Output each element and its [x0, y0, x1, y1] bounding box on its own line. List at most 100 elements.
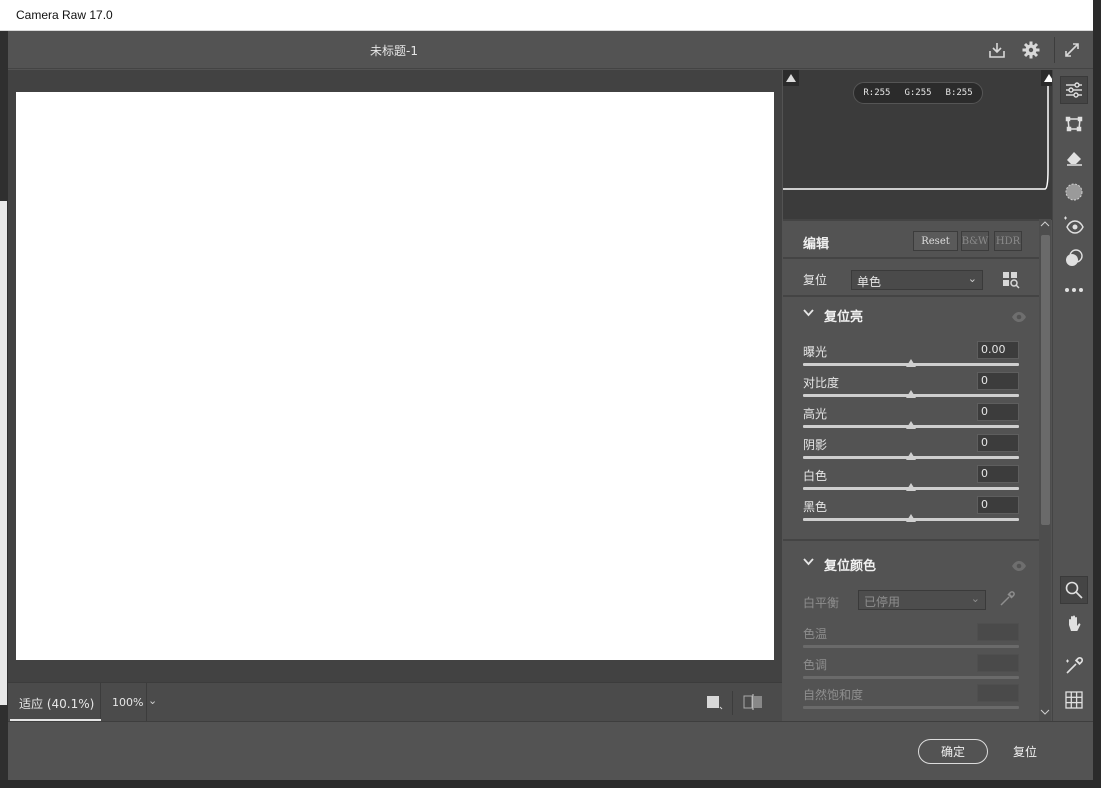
exposure-value[interactable]: 0.00	[977, 341, 1019, 359]
tint-track[interactable]	[803, 676, 1019, 679]
profile-select-value: 单色	[857, 275, 882, 289]
tint-label: 色调	[803, 658, 828, 672]
eraser-icon[interactable]	[1060, 144, 1088, 172]
contrast-handle[interactable]	[906, 390, 916, 398]
eyedropper-icon[interactable]	[1060, 652, 1088, 680]
presets-icon[interactable]	[1060, 244, 1088, 272]
scrollbar-thumb[interactable]	[1041, 235, 1050, 525]
exposure-slider-row: 曝光 0.00	[803, 341, 1019, 372]
light-section-header[interactable]: 复位亮	[783, 299, 1039, 329]
temperature-slider-row: 色温	[803, 623, 1019, 654]
section-divider	[783, 539, 1039, 541]
profile-select[interactable]: 单色 ⌄	[851, 270, 983, 290]
whites-value[interactable]: 0	[977, 465, 1019, 483]
document-title: 未标题-1	[370, 44, 418, 58]
temperature-value[interactable]	[977, 623, 1019, 641]
b-value: B:255	[945, 88, 973, 98]
zoom-level-label: 100%	[112, 696, 144, 709]
chevron-up-icon[interactable]	[1040, 220, 1050, 231]
main-area: 未标题-1 适应 (40.1%) 100% ⌄ R:255 G:255 B:25…	[8, 31, 1093, 780]
white-balance-row: 白平衡 已停用 ⌄	[803, 590, 1019, 623]
preview-image[interactable]	[16, 92, 774, 660]
eye-icon[interactable]	[1011, 557, 1027, 576]
background-edge-right	[1093, 0, 1101, 788]
contrast-value[interactable]: 0	[977, 372, 1019, 390]
eye-icon[interactable]	[1011, 308, 1027, 327]
fullscreen-icon[interactable]	[1061, 39, 1083, 61]
light-section-title: 复位亮	[824, 310, 864, 325]
top-toolbar: 未标题-1	[8, 31, 1093, 69]
edit-title: 编辑	[803, 237, 830, 252]
status-bar: 适应 (40.1%) 100% ⌄	[8, 682, 782, 721]
temperature-track[interactable]	[803, 645, 1019, 648]
panel-scrollbar[interactable]	[1039, 219, 1051, 721]
single-view-icon[interactable]	[705, 693, 723, 715]
whites-slider-row: 白色 0	[803, 465, 1019, 496]
shadow-clipping-icon[interactable]	[783, 70, 799, 86]
mask-icon[interactable]	[1060, 178, 1088, 206]
exposure-handle[interactable]	[906, 359, 916, 367]
ok-button[interactable]: 确定	[918, 739, 988, 764]
cancel-button[interactable]: 复位	[1013, 743, 1037, 760]
profile-label: 复位	[803, 273, 828, 287]
contrast-label: 对比度	[803, 376, 840, 390]
color-section-header[interactable]: 复位颜色	[783, 548, 1039, 578]
hdr-button[interactable]: HDR	[994, 231, 1022, 251]
window-titlebar: Camera Raw 17.0	[0, 0, 1093, 31]
histogram[interactable]: R:255 G:255 B:255	[783, 70, 1058, 220]
more-icon[interactable]	[1060, 276, 1088, 304]
contrast-slider-row: 对比度 0	[803, 372, 1019, 403]
bw-button[interactable]: B&W	[961, 231, 989, 251]
edit-panel: 编辑 Reset B&W HDR 复位 单色 ⌄ 复位亮 曝光 0.00 对比度…	[783, 219, 1039, 721]
background-edge	[0, 31, 8, 788]
fit-zoom-button[interactable]: 适应 (40.1%)	[8, 683, 101, 721]
gear-icon[interactable]	[1020, 39, 1042, 61]
tint-slider-row: 色调	[803, 654, 1019, 685]
highlights-slider-row: 高光 0	[803, 403, 1019, 434]
chevron-down-icon[interactable]	[1040, 708, 1050, 719]
vibrance-value[interactable]	[977, 684, 1019, 702]
white-balance-select[interactable]: 已停用 ⌄	[858, 590, 986, 610]
toolbar-separator	[1054, 37, 1055, 63]
tint-value[interactable]	[977, 654, 1019, 672]
tool-rail	[1052, 70, 1093, 721]
status-separator	[732, 691, 733, 715]
exposure-label: 曝光	[803, 345, 828, 359]
sliders-icon[interactable]	[1060, 76, 1088, 104]
eyedropper-icon[interactable]	[998, 590, 1016, 612]
chevron-down-icon[interactable]: ⌄	[148, 694, 157, 707]
highlights-label: 高光	[803, 407, 828, 421]
shadows-slider-row: 阴影 0	[803, 434, 1019, 465]
blacks-slider-row: 黑色 0	[803, 496, 1019, 527]
temperature-label: 色温	[803, 627, 828, 641]
rgb-readout: R:255 G:255 B:255	[853, 82, 983, 104]
vibrance-label: 自然饱和度	[803, 688, 864, 702]
redeye-icon[interactable]	[1060, 212, 1088, 240]
hand-icon[interactable]	[1060, 610, 1088, 638]
chevron-down-icon	[803, 556, 814, 569]
edit-header: 编辑 Reset B&W HDR	[783, 219, 1039, 259]
reset-button[interactable]: Reset	[913, 231, 958, 251]
white-balance-label: 白平衡	[803, 596, 840, 610]
profile-browser-icon[interactable]	[1002, 271, 1020, 293]
blacks-handle[interactable]	[906, 514, 916, 522]
shadows-label: 阴影	[803, 438, 828, 452]
zoom-level-button[interactable]: 100%	[102, 683, 147, 721]
highlights-handle[interactable]	[906, 421, 916, 429]
blacks-value[interactable]: 0	[977, 496, 1019, 514]
shadows-handle[interactable]	[906, 452, 916, 460]
profile-row: 复位 单色 ⌄	[783, 261, 1039, 297]
crop-icon[interactable]	[1060, 110, 1088, 138]
whites-handle[interactable]	[906, 483, 916, 491]
preview-canvas[interactable]	[8, 70, 782, 682]
highlights-value[interactable]: 0	[977, 403, 1019, 421]
before-after-icon[interactable]	[742, 693, 764, 715]
save-icon[interactable]	[986, 39, 1008, 61]
vibrance-track[interactable]	[803, 706, 1019, 709]
blacks-label: 黑色	[803, 500, 828, 514]
vibrance-slider-row: 自然饱和度	[803, 684, 1019, 715]
grid-icon[interactable]	[1060, 686, 1088, 714]
fit-zoom-label: 适应 (40.1%)	[19, 697, 95, 711]
shadows-value[interactable]: 0	[977, 434, 1019, 452]
zoom-icon[interactable]	[1060, 576, 1088, 604]
